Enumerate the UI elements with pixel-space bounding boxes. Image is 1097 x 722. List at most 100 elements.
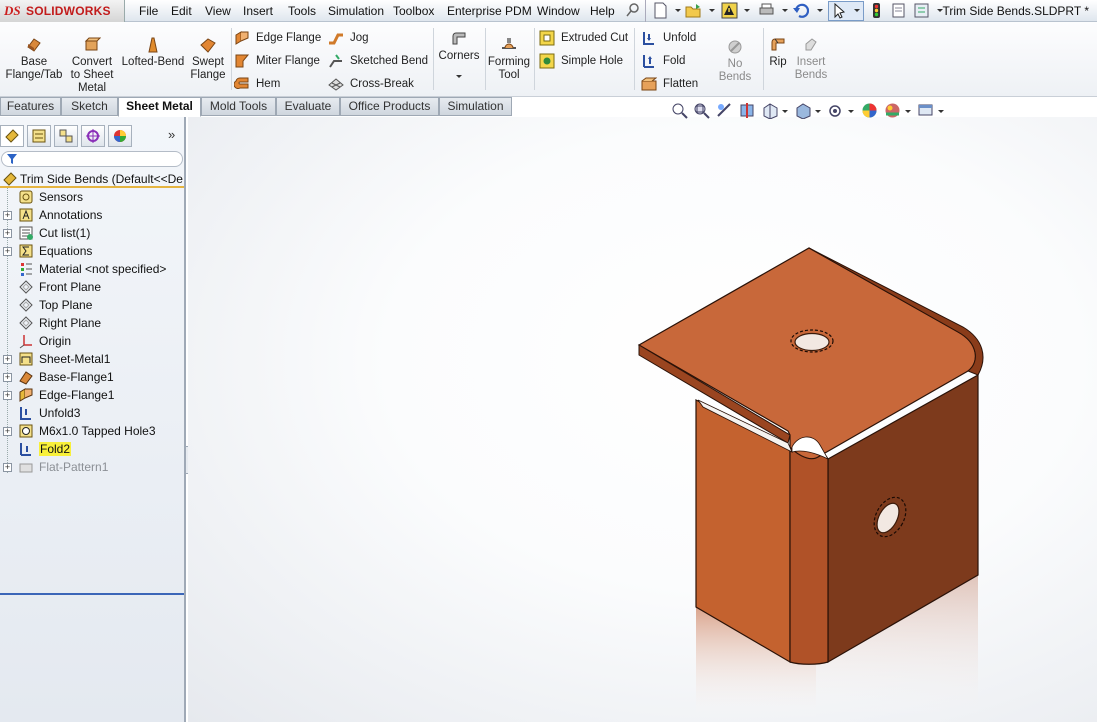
insert-bends-button[interactable]: Insert Bends: [793, 36, 829, 82]
display-manager-tab[interactable]: [108, 125, 132, 147]
menu-tools[interactable]: Tools: [288, 4, 316, 18]
chevron-down-icon[interactable]: [817, 9, 823, 12]
tree-item-equations[interactable]: + Equations: [0, 242, 184, 260]
menu-simulation[interactable]: Simulation: [328, 4, 384, 18]
tree-item-sheet-metal1[interactable]: + Sheet-Metal1: [0, 350, 184, 368]
zoom-to-area-icon[interactable]: [693, 102, 710, 119]
chevron-down-icon[interactable]: [782, 9, 788, 12]
tree-item-annotations[interactable]: + Annotations: [0, 206, 184, 224]
chevron-down-icon[interactable]: [744, 9, 750, 12]
menu-bar: DS SOLIDWORKS File Edit View Insert Tool…: [0, 0, 1097, 22]
menu-edit[interactable]: Edit: [171, 4, 192, 18]
dimxpert-manager-tab[interactable]: [81, 125, 105, 147]
lofted-bend-button[interactable]: Lofted-Bend: [121, 36, 185, 69]
tab-mold-tools[interactable]: Mold Tools: [201, 97, 276, 116]
rebuild-icon[interactable]: [721, 2, 738, 19]
display-style-icon[interactable]: [795, 102, 812, 119]
tree-item-right-plane[interactable]: Right Plane: [0, 314, 184, 332]
menu-view[interactable]: View: [205, 4, 231, 18]
expand-toggle-icon[interactable]: +: [3, 373, 12, 382]
configuration-manager-tab[interactable]: [54, 125, 78, 147]
tab-simulation[interactable]: Simulation: [439, 97, 512, 116]
undo-icon[interactable]: [792, 2, 809, 19]
rip-button[interactable]: Rip: [765, 36, 791, 69]
chevron-down-icon[interactable]: [905, 110, 911, 113]
new-document-icon[interactable]: [652, 2, 669, 19]
corners-button[interactable]: Corners: [436, 30, 482, 78]
tab-sheet-metal[interactable]: Sheet Metal: [118, 97, 201, 117]
cross-break-icon: [328, 78, 344, 91]
menu-file[interactable]: File: [139, 4, 158, 18]
view-orientation-icon[interactable]: [762, 102, 779, 119]
expand-toggle-icon[interactable]: +: [3, 391, 12, 400]
miter-flange-label: Miter Flange: [256, 55, 320, 67]
tree-item-material-not-specified[interactable]: Material <not specified>: [0, 260, 184, 278]
tab-sketch[interactable]: Sketch: [61, 97, 118, 116]
tree-item-top-plane[interactable]: Top Plane: [0, 296, 184, 314]
expand-toggle-icon[interactable]: +: [3, 427, 12, 436]
solidworks-logo[interactable]: DS SOLIDWORKS: [0, 0, 125, 22]
print-icon[interactable]: [758, 2, 775, 19]
tab-office-products[interactable]: Office Products: [340, 97, 439, 116]
tab-evaluate[interactable]: Evaluate: [276, 97, 340, 116]
tree-item-origin[interactable]: Origin: [0, 332, 184, 350]
zoom-to-fit-icon[interactable]: [671, 102, 688, 119]
traffic-light-icon[interactable]: [868, 2, 885, 19]
tab-features[interactable]: Features: [0, 97, 61, 116]
forming-tool-icon: [502, 38, 516, 49]
tree-item-fold2[interactable]: Fold2: [0, 440, 184, 458]
hide-show-items-icon[interactable]: [827, 102, 844, 119]
no-bends-button[interactable]: No Bends: [710, 38, 760, 84]
chevron-down-icon[interactable]: [815, 110, 821, 113]
graphics-area[interactable]: [188, 117, 1097, 722]
view-settings-icon[interactable]: [917, 102, 934, 119]
menu-insert[interactable]: Insert: [243, 4, 273, 18]
chevron-down-icon[interactable]: [456, 75, 462, 78]
expand-toggle-icon[interactable]: +: [3, 229, 12, 238]
expand-toggle-icon[interactable]: +: [3, 355, 12, 364]
feature-tree-filter[interactable]: [1, 151, 183, 167]
file-properties-icon[interactable]: [890, 2, 907, 19]
edit-appearance-icon[interactable]: [861, 102, 878, 119]
chevron-down-icon[interactable]: [675, 9, 681, 12]
chevron-down-icon[interactable]: [848, 110, 854, 113]
menu-window[interactable]: Window: [537, 4, 580, 18]
tree-item-unfold3[interactable]: Unfold3: [0, 404, 184, 422]
chevron-down-icon[interactable]: [854, 9, 860, 12]
tree-item-front-plane[interactable]: Front Plane: [0, 278, 184, 296]
swept-flange-button[interactable]: Swept Flange: [187, 36, 229, 82]
chevron-down-icon[interactable]: [709, 9, 715, 12]
open-folder-icon[interactable]: [685, 2, 702, 19]
expand-panel-icon[interactable]: »: [168, 127, 175, 142]
tree-item-sensors[interactable]: Sensors: [0, 188, 184, 206]
menu-toolbox[interactable]: Toolbox: [393, 4, 434, 18]
model-view[interactable]: [188, 117, 1097, 722]
pin-icon[interactable]: [624, 2, 641, 19]
part-root-node[interactable]: Trim Side Bends (Default<<De: [0, 170, 184, 188]
tree-item-flat-pattern1[interactable]: + Flat-Pattern1: [0, 458, 184, 476]
property-manager-tab[interactable]: [27, 125, 51, 147]
menu-enterprise-pdm[interactable]: Enterprise PDM: [447, 4, 532, 18]
apply-scene-icon[interactable]: [884, 102, 901, 119]
section-view-icon[interactable]: [739, 102, 756, 119]
app-name: SOLIDWORKS: [26, 4, 111, 18]
chevron-down-icon[interactable]: [782, 110, 788, 113]
select-arrow-icon[interactable]: [832, 3, 848, 19]
tree-item-base-flange1[interactable]: + Base-Flange1: [0, 368, 184, 386]
feature-manager-tab[interactable]: [0, 125, 24, 147]
menu-help[interactable]: Help: [590, 4, 615, 18]
chevron-down-icon[interactable]: [938, 110, 944, 113]
forming-tool-button[interactable]: Forming Tool: [487, 36, 531, 82]
base-flange-button[interactable]: Base Flange/Tab: [4, 36, 64, 82]
rollback-bar[interactable]: [0, 593, 184, 595]
convert-to-sheet-metal-button[interactable]: Convert to Sheet Metal: [66, 36, 118, 95]
select-tool-group[interactable]: [828, 1, 864, 21]
tree-item-cut-list-1[interactable]: + Cut list(1): [0, 224, 184, 242]
tree-item-edge-flange1[interactable]: + Edge-Flange1: [0, 386, 184, 404]
expand-toggle-icon[interactable]: +: [3, 211, 12, 220]
tree-item-m6x1-0-tapped-hole3[interactable]: + M6x1.0 Tapped Hole3: [0, 422, 184, 440]
expand-toggle-icon[interactable]: +: [3, 463, 12, 472]
previous-view-icon[interactable]: [716, 102, 733, 119]
expand-toggle-icon[interactable]: +: [3, 247, 12, 256]
options-icon[interactable]: [913, 2, 930, 19]
